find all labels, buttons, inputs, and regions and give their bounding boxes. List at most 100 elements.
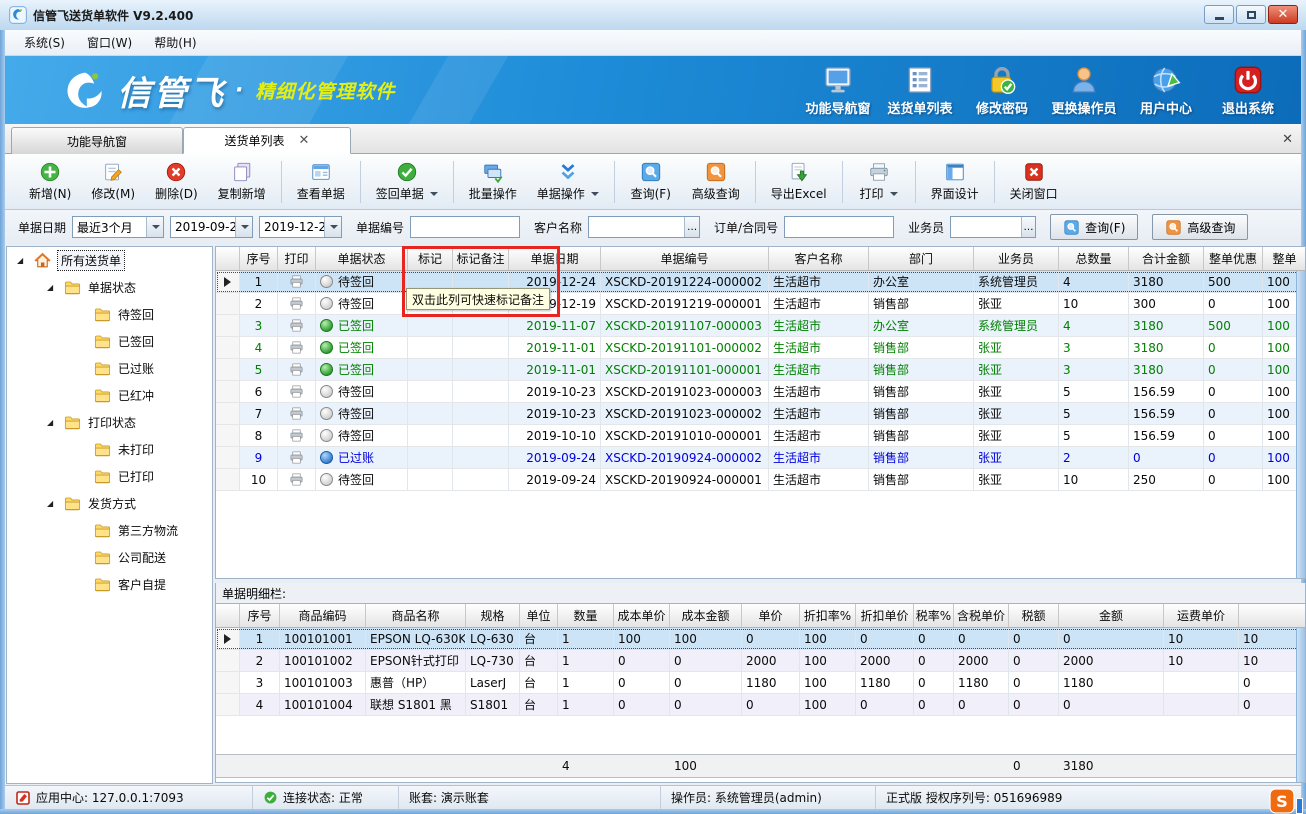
close-button[interactable]: ✕ (1268, 5, 1298, 24)
toolbar-button-search-blue[interactable]: 查询(F) (620, 158, 682, 205)
detail-column-header[interactable] (1239, 604, 1306, 627)
advanced-search-button[interactable]: 高级查询 (1152, 214, 1248, 240)
toolbar-button-add[interactable]: 新增(N) (19, 158, 81, 205)
dropdown-arrow-icon[interactable] (324, 217, 341, 237)
orders-column-header[interactable]: 合计金额 (1129, 247, 1204, 270)
orders-column-header[interactable]: 打印 (278, 247, 316, 270)
orders-column-header[interactable]: 单据状态 (316, 247, 408, 270)
dropdown-arrow-icon[interactable] (430, 192, 438, 196)
tab-nav-window[interactable]: 功能导航窗 (11, 127, 183, 154)
toolbar-button-edit[interactable]: 修改(M) (81, 158, 145, 205)
orders-column-header[interactable] (216, 247, 240, 270)
detail-column-header[interactable]: 运费单价 (1164, 604, 1239, 627)
detail-row-1[interactable]: 1100101001EPSON LQ-630KLQ-630台1100100010… (216, 628, 1305, 650)
salesman-lookup-icon[interactable]: … (1021, 217, 1035, 237)
toolbar-button-copy[interactable]: 复制新增 (208, 158, 276, 205)
tree-item-3[interactable]: 已签回 (7, 328, 212, 355)
orders-column-header[interactable]: 标记 (408, 247, 453, 270)
detail-row-4[interactable]: 4100101004联想 S1801 黑S1801台1000100000000 (216, 694, 1305, 716)
vertical-scrollbar[interactable] (1296, 628, 1305, 782)
banner-action-3[interactable]: 更换操作员 (1043, 60, 1125, 120)
orders-row-5[interactable]: 5已签回2019-11-01XSCKD-20191101-000001生活超市销… (216, 359, 1305, 381)
detail-row-3[interactable]: 3100101003惠普（HP）LaserJ台10011801001180011… (216, 672, 1305, 694)
ime-tray-blue-icon[interactable] (1296, 798, 1303, 814)
date-range-select[interactable]: 最近3个月 (72, 216, 164, 238)
orders-row-2[interactable]: 2待签回2019-12-19XSCKD-20191219-000001生活超市销… (216, 293, 1305, 315)
orders-column-header[interactable]: 序号 (240, 247, 278, 270)
detail-column-header[interactable]: 金额 (1059, 604, 1164, 627)
detail-column-header[interactable]: 数量 (558, 604, 614, 627)
tree-item-9[interactable]: ◢发货方式 (7, 490, 212, 517)
detail-column-header[interactable]: 成本金额 (670, 604, 742, 627)
tree-expander-icon[interactable]: ◢ (17, 256, 27, 265)
orders-column-header[interactable]: 单据日期 (509, 247, 601, 270)
orders-row-6[interactable]: 6待签回2019-10-23XSCKD-20191023-000003生活超市销… (216, 381, 1305, 403)
tree-item-11[interactable]: 公司配送 (7, 544, 212, 571)
vertical-scrollbar[interactable] (1296, 271, 1305, 578)
toolbar-button-delete[interactable]: 删除(D) (145, 158, 208, 205)
minimize-button[interactable] (1204, 5, 1234, 24)
tree-expander-icon[interactable]: ◢ (47, 418, 57, 427)
orders-row-10[interactable]: 10待签回2019-09-24XSCKD-20190924-000001生活超市… (216, 469, 1305, 491)
banner-action-5[interactable]: 退出系统 (1207, 60, 1289, 120)
orders-column-header[interactable]: 总数量 (1059, 247, 1129, 270)
menu-help[interactable]: 帮助(H) (143, 31, 207, 54)
toolbar-button-ui-design[interactable]: 界面设计 (921, 158, 989, 205)
orders-row-1[interactable]: 1待签回2019-12-24XSCKD-20191224-000002生活超市办… (216, 271, 1305, 293)
detail-column-header[interactable]: 单价 (742, 604, 800, 627)
order-input[interactable] (785, 217, 893, 237)
orders-row-4[interactable]: 4已签回2019-11-01XSCKD-20191101-000002生活超市销… (216, 337, 1305, 359)
orders-row-8[interactable]: 8待签回2019-10-10XSCKD-20191010-000001生活超市销… (216, 425, 1305, 447)
detail-row-2[interactable]: 2100101002EPSON针式打印LQ-730台10020001002000… (216, 650, 1305, 672)
banner-action-4[interactable]: 用户中心 (1125, 60, 1207, 120)
toolbar-button-close-window[interactable]: 关闭窗口 (1000, 158, 1068, 205)
toolbar-button-view-doc[interactable]: 查看单据 (287, 158, 355, 205)
detail-column-header[interactable]: 成本单价 (614, 604, 670, 627)
tree-item-7[interactable]: 未打印 (7, 436, 212, 463)
banner-action-0[interactable]: 功能导航窗 (797, 60, 879, 120)
tree-item-0[interactable]: ◢所有送货单 (7, 247, 212, 274)
orders-row-7[interactable]: 7待签回2019-10-23XSCKD-20191023-000002生活超市销… (216, 403, 1305, 425)
tabstrip-close-icon[interactable]: ✕ (1282, 132, 1293, 147)
banner-action-1[interactable]: 送货单列表 (879, 60, 961, 120)
toolbar-button-batch[interactable]: 批量操作 (459, 158, 527, 205)
toolbar-button-sign-back[interactable]: 签回单据 (366, 158, 448, 205)
tab-delivery-list[interactable]: 送货单列表 ✕ (183, 127, 351, 154)
dropdown-arrow-icon[interactable] (146, 217, 163, 237)
tab-close-icon[interactable]: ✕ (299, 133, 310, 148)
tree-item-6[interactable]: ◢打印状态 (7, 409, 212, 436)
tree-item-1[interactable]: ◢单据状态 (7, 274, 212, 301)
orders-column-header[interactable]: 整单 (1263, 247, 1306, 270)
tree-item-8[interactable]: 已打印 (7, 463, 212, 490)
detail-column-header[interactable]: 折扣率% (800, 604, 856, 627)
tree-item-4[interactable]: 已过账 (7, 355, 212, 382)
detail-column-header[interactable]: 税率% (914, 604, 954, 627)
detail-column-header[interactable]: 含税单价 (954, 604, 1009, 627)
detail-column-header[interactable]: 商品编码 (280, 604, 366, 627)
dropdown-arrow-icon[interactable] (591, 192, 599, 196)
tree-item-10[interactable]: 第三方物流 (7, 517, 212, 544)
orders-column-header[interactable]: 整单优惠 (1204, 247, 1263, 270)
dropdown-arrow-icon[interactable] (235, 217, 252, 237)
salesman-input[interactable] (951, 217, 1021, 237)
menu-system[interactable]: 系统(S) (13, 31, 76, 54)
toolbar-button-doc-ops[interactable]: 单据操作 (527, 158, 609, 205)
date-from-select[interactable]: 2019-09-24 (170, 216, 253, 238)
tree-item-5[interactable]: 已红冲 (7, 382, 212, 409)
customer-input[interactable] (589, 217, 684, 237)
orders-row-9[interactable]: 9已过账2019-09-24XSCKD-20190924-000002生活超市销… (216, 447, 1305, 469)
orders-column-header[interactable]: 业务员 (974, 247, 1059, 270)
orders-column-header[interactable]: 部门 (869, 247, 974, 270)
search-button[interactable]: 查询(F) (1050, 214, 1138, 240)
detail-column-header[interactable] (216, 604, 240, 627)
tree-expander-icon[interactable]: ◢ (47, 499, 57, 508)
docno-input[interactable] (411, 217, 519, 237)
maximize-button[interactable] (1236, 5, 1266, 24)
banner-action-2[interactable]: 修改密码 (961, 60, 1043, 120)
orders-row-3[interactable]: 3已签回2019-11-07XSCKD-20191107-000003生活超市办… (216, 315, 1305, 337)
tree-item-12[interactable]: 客户自提 (7, 571, 212, 598)
tree-item-2[interactable]: 待签回 (7, 301, 212, 328)
detail-column-header[interactable]: 税额 (1009, 604, 1059, 627)
ime-sogou-icon[interactable]: S (1269, 788, 1295, 814)
detail-column-header[interactable]: 折扣单价 (856, 604, 914, 627)
